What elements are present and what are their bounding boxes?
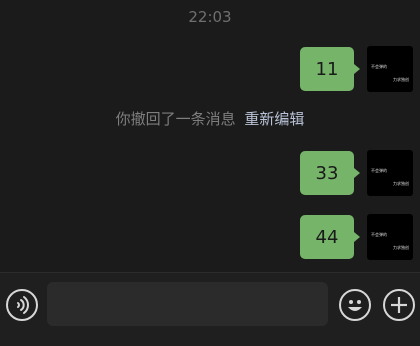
avatar[interactable]: 不会弹的 力求独创 [367,46,413,92]
avatar-text: 不会弹的 [371,168,387,173]
reedit-link[interactable]: 重新编辑 [244,110,304,128]
plus-icon [391,297,407,313]
avatar-text: 力求独创 [393,77,409,82]
message-input[interactable] [47,282,328,326]
message-bubble[interactable]: 44 [300,215,360,259]
recall-notice: 你撤回了一条消息 重新编辑 [0,108,420,129]
message-row: 44 不会弹的 力求独创 [300,214,413,260]
plus-button[interactable] [383,289,415,321]
message-row: 33 不会弹的 力求独创 [300,150,413,196]
avatar-text: 不会弹的 [371,232,387,237]
avatar-text: 力求独创 [393,181,409,186]
message-row: 11 不会弹的 力求独创 [300,46,413,92]
emoji-icon [348,300,362,311]
input-toolbar [0,272,420,346]
message-bubble[interactable]: 33 [300,151,360,195]
message-bubble[interactable]: 11 [300,47,360,91]
avatar[interactable]: 不会弹的 力求独创 [367,214,413,260]
avatar-text: 不会弹的 [371,64,387,69]
recall-message: 你撤回了一条消息 [115,110,236,128]
voice-button[interactable] [6,289,38,321]
avatar-text: 力求独创 [393,245,409,250]
voice-icon [17,296,29,314]
emoji-button[interactable] [339,289,371,321]
avatar[interactable]: 不会弹的 力求独创 [367,150,413,196]
chat-timestamp: 22:03 [188,8,232,26]
